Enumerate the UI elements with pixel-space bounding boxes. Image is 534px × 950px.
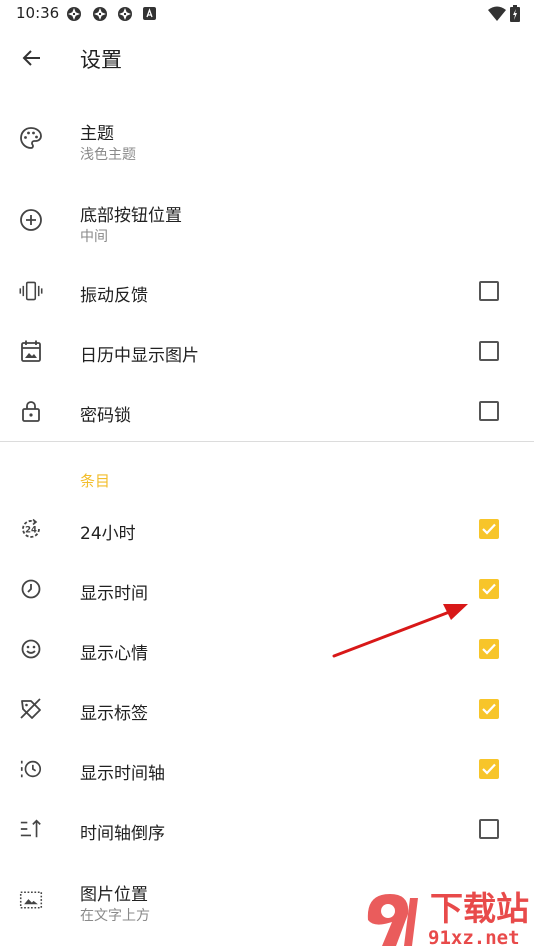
setting-label: 底部按钮位置 [80, 206, 182, 226]
section-header-items: 条目 [80, 472, 111, 490]
24h-icon: 24 [19, 517, 43, 541]
setting-show-timeline[interactable]: 显示时间轴 [0, 739, 534, 799]
status-time: 10:36 [16, 4, 60, 22]
timeline-reverse-checkbox[interactable] [479, 819, 499, 839]
setting-label: 显示时间 [80, 584, 148, 604]
smiley-icon [19, 637, 43, 661]
calendar-icon [19, 339, 43, 363]
setting-label: 时间轴倒序 [80, 824, 165, 844]
24-hour-checkbox[interactable] [479, 519, 499, 539]
password-lock-checkbox[interactable] [479, 401, 499, 421]
setting-label: 振动反馈 [80, 286, 148, 306]
setting-show-tags[interactable]: 显示标签 [0, 679, 534, 739]
setting-label: 日历中显示图片 [80, 346, 199, 366]
setting-show-mood[interactable]: 显示心情 [0, 619, 534, 679]
vibration-checkbox[interactable] [479, 281, 499, 301]
app-notification-icon [118, 7, 132, 21]
setting-theme[interactable]: 主题 浅色主题 [0, 108, 534, 168]
app-notification-icon [93, 7, 107, 21]
setting-label: 密码锁 [80, 406, 131, 426]
image-position-icon [19, 888, 43, 912]
watermark-url: 91xz.net [428, 927, 520, 949]
setting-label: 主题 [80, 124, 114, 144]
app-notification-icon [67, 7, 81, 21]
show-mood-checkbox[interactable] [479, 639, 499, 659]
watermark-text: 下载站 [430, 889, 529, 928]
sort-icon [19, 817, 43, 841]
setting-value: 中间 [80, 229, 108, 245]
setting-label: 图片位置 [80, 885, 148, 905]
clock-icon [19, 577, 43, 601]
setting-vibration[interactable]: 振动反馈 [0, 261, 534, 321]
lock-icon [19, 399, 43, 423]
wifi-icon [488, 6, 506, 21]
page-title: 设置 [80, 48, 122, 72]
label-off-icon [19, 697, 43, 721]
setting-label: 显示时间轴 [80, 764, 165, 784]
battery-charging-icon [510, 5, 520, 22]
keyboard-notification-icon [143, 7, 156, 20]
palette-icon [19, 126, 43, 150]
setting-bottom-button-position[interactable]: 底部按钮位置 中间 [0, 190, 534, 250]
setting-password-lock[interactable]: 密码锁 [0, 381, 534, 441]
status-bar: 10:36 [0, 0, 534, 28]
setting-timeline-reverse[interactable]: 时间轴倒序 [0, 799, 534, 859]
watermark-logo: 下载站 91xz.net [360, 880, 534, 950]
status-right-icons [488, 5, 520, 22]
timeline-icon [19, 757, 43, 781]
setting-label: 显示心情 [80, 644, 148, 664]
setting-value: 浅色主题 [80, 147, 136, 163]
show-time-checkbox[interactable] [479, 579, 499, 599]
setting-value: 在文字上方 [80, 908, 150, 924]
show-tags-checkbox[interactable] [479, 699, 499, 719]
setting-24-hour[interactable]: 24 24小时 [0, 499, 534, 559]
show-timeline-checkbox[interactable] [479, 759, 499, 779]
app-bar: 设置 [0, 28, 534, 88]
divider [0, 441, 534, 442]
svg-text:24: 24 [25, 526, 37, 536]
setting-show-time[interactable]: 显示时间 [0, 559, 534, 619]
add-circle-icon [19, 208, 43, 232]
vibration-icon [19, 279, 43, 303]
calendar-images-checkbox[interactable] [479, 341, 499, 361]
setting-calendar-images[interactable]: 日历中显示图片 [0, 321, 534, 381]
setting-label: 显示标签 [80, 704, 148, 724]
back-button[interactable] [14, 40, 50, 76]
setting-label: 24小时 [80, 524, 136, 544]
arrow-back-icon [22, 50, 40, 66]
